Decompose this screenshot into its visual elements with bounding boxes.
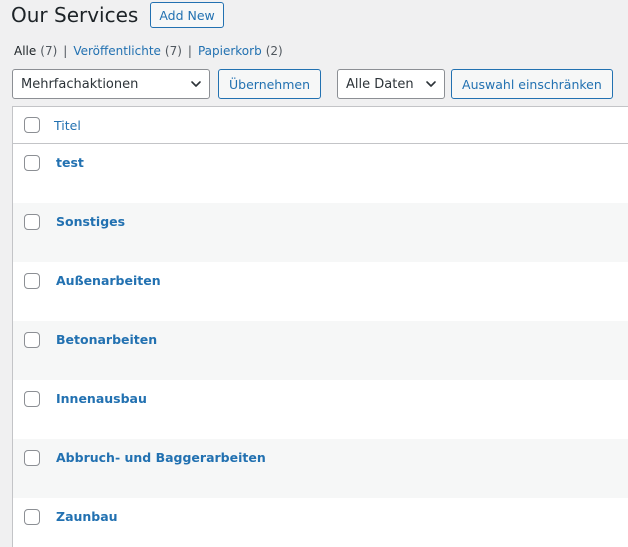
filter-count: (7): [40, 44, 58, 58]
row-checkbox[interactable]: [24, 391, 40, 407]
posts-list-page: Our Services Add New Alle (7) | Veröffen…: [0, 0, 628, 547]
select-all-checkbox[interactable]: [24, 117, 40, 133]
row-title-link[interactable]: Sonstiges: [56, 214, 125, 230]
row-checkbox[interactable]: [24, 509, 40, 525]
chevron-down-icon: [191, 81, 201, 87]
filter-label[interactable]: Alle: [14, 44, 36, 58]
row-title-link[interactable]: Betonarbeiten: [56, 332, 157, 348]
filter-trash[interactable]: Papierkorb (2): [198, 44, 283, 58]
row-title-link[interactable]: Zaunbau: [56, 509, 118, 525]
row-checkbox[interactable]: [24, 214, 40, 230]
filter-count: (7): [164, 44, 182, 58]
table-row: Sonstiges: [13, 203, 628, 262]
row-title-link[interactable]: Außenarbeiten: [56, 273, 161, 289]
row-title-link[interactable]: Abbruch- und Baggerarbeiten: [56, 450, 266, 466]
table-row: test: [13, 144, 628, 203]
filter-count: (2): [265, 44, 283, 58]
status-filters: Alle (7) | Veröffentlichte (7) | Papierk…: [14, 44, 283, 58]
bulk-actions-select[interactable]: Mehrfachaktionen: [12, 69, 210, 99]
date-filter-value: Alle Daten: [346, 76, 414, 92]
row-checkbox[interactable]: [24, 273, 40, 289]
filter-all[interactable]: Alle (7): [14, 44, 57, 58]
filter-separator: |: [63, 44, 68, 58]
page-title: Our Services: [11, 3, 139, 27]
table-row: Abbruch- und Baggerarbeiten: [13, 439, 628, 498]
row-title-link[interactable]: Innenausbau: [56, 391, 147, 407]
add-new-button[interactable]: Add New: [150, 2, 224, 28]
filter-label[interactable]: Papierkorb: [198, 44, 262, 58]
row-checkbox[interactable]: [24, 332, 40, 348]
bulk-actions-value: Mehrfachaktionen: [21, 76, 139, 92]
table-toolbar: Mehrfachaktionen Übernehmen Alle Daten A…: [12, 69, 613, 99]
row-checkbox[interactable]: [24, 450, 40, 466]
table-row: Zaunbau: [13, 498, 628, 547]
chevron-down-icon: [426, 81, 436, 87]
table-row: Innenausbau: [13, 380, 628, 439]
apply-button[interactable]: Übernehmen: [218, 69, 322, 99]
filter-separator: |: [187, 44, 192, 58]
date-filter-select[interactable]: Alle Daten: [337, 69, 446, 99]
row-title-link[interactable]: test: [56, 155, 84, 171]
page-header: Our Services Add New: [11, 1, 224, 29]
filter-label[interactable]: Veröffentlichte: [73, 44, 161, 58]
table-row: Außenarbeiten: [13, 262, 628, 321]
column-title-header[interactable]: Titel: [54, 118, 81, 133]
row-checkbox[interactable]: [24, 155, 40, 171]
table-header: Titel: [13, 107, 628, 144]
posts-table: Titel test Sonstiges Außenarbeiten Beton…: [12, 106, 628, 547]
filter-button[interactable]: Auswahl einschränken: [451, 69, 613, 99]
filter-published[interactable]: Veröffentlichte (7): [73, 44, 182, 58]
table-row: Betonarbeiten: [13, 321, 628, 380]
